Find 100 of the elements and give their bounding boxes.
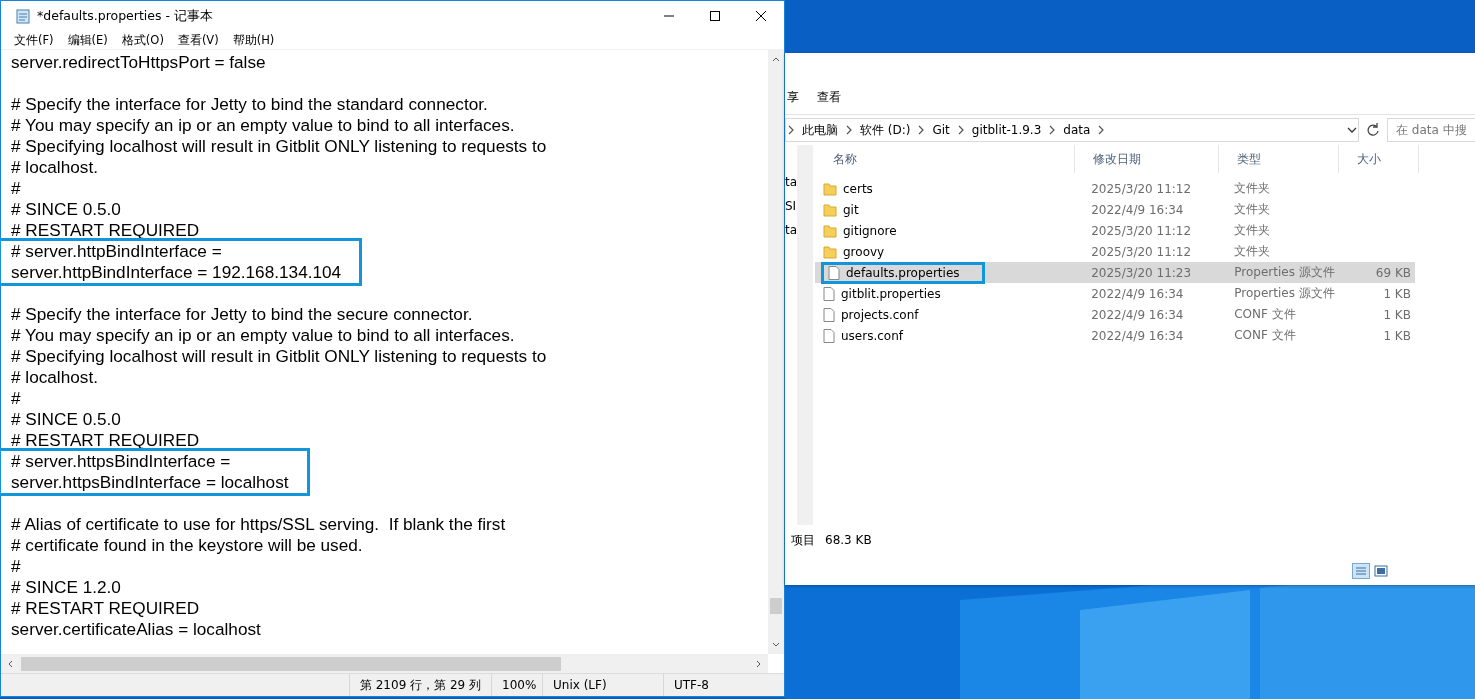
breadcrumb-item[interactable]: 此电脑 <box>802 121 838 139</box>
file-row[interactable]: users.conf 2022/4/9 16:34 CONF 文件 1 KB <box>815 325 1415 346</box>
status-text: 68.3 KB <box>825 533 872 547</box>
window-title: *defaults.properties - 记事本 <box>37 7 213 25</box>
chevron-icon[interactable] <box>918 125 925 135</box>
table-cell-text: 1 KB <box>1382 286 1412 301</box>
file-name: certs <box>843 181 873 196</box>
folder-icon <box>823 244 837 259</box>
chevron-icon[interactable] <box>1098 125 1105 135</box>
chevron-icon[interactable] <box>957 125 964 135</box>
table-cell-text: 2025/3/20 11:12 <box>1090 223 1193 238</box>
text-line: # <box>11 388 22 409</box>
nav-item[interactable]: ta <box>785 223 797 237</box>
text-line: # server.httpsBindInterface = <box>11 451 232 472</box>
text-line: # server.httpBindInterface = <box>11 241 223 262</box>
menu-item[interactable]: 格式(O) <box>114 31 171 49</box>
text-line: # <box>11 178 22 199</box>
status-text: Unix (LF) <box>542 674 663 696</box>
text-line: # RESTART REQUIRED <box>11 220 201 241</box>
file-row[interactable]: git 2022/4/9 16:34 文件夹 <box>815 199 1415 220</box>
text-line: # Specifying localhost will result in Gitblit ONLY listening to requests to <box>11 346 548 367</box>
text-line: # Alias of certificate to use for https/SSL serving. If blank the first <box>11 514 507 535</box>
table-cell-text: 1 KB <box>1382 328 1412 343</box>
scroll-thumb[interactable] <box>21 656 561 671</box>
scroll-thumb[interactable] <box>770 598 782 614</box>
close-icon[interactable] <box>755 10 767 22</box>
status-text: 100% <box>491 674 542 696</box>
text-line: # localhost. <box>11 367 99 388</box>
text-line: # SINCE 1.2.0 <box>11 577 122 598</box>
file-row[interactable]: gitblit.properties 2022/4/9 16:34 Properties 源文件 1 KB <box>815 283 1415 304</box>
chevron-icon[interactable] <box>788 125 794 135</box>
breadcrumb-item[interactable]: gitblit-1.9.3 <box>971 123 1042 137</box>
menu-item[interactable]: 帮助(H) <box>225 31 282 49</box>
status-text: 第 2109 行，第 29 列 <box>348 674 491 696</box>
nav-item[interactable]: ta <box>785 175 797 189</box>
file-row[interactable]: groovy 2025/3/20 11:12 文件夹 <box>815 241 1415 262</box>
ribbon-tab[interactable]: 查看 <box>817 88 841 106</box>
table-cell-text: 文件夹 <box>1233 180 1272 197</box>
document-icon <box>828 265 840 280</box>
status-text: UTF-8 <box>663 674 784 696</box>
text-line: # You may specify an ip or an empty value to bind to all interfaces. <box>11 115 516 136</box>
status-text: 项目 <box>791 531 815 549</box>
file-name: projects.conf <box>841 307 919 322</box>
horizontal-scrollbar[interactable] <box>1 654 768 673</box>
breadcrumb-item[interactable]: Git <box>932 123 950 137</box>
text-line: # Specify the interface for Jetty to bind the secure connector. <box>11 304 474 325</box>
file-name: users.conf <box>841 328 903 343</box>
text-line: # localhost. <box>11 157 99 178</box>
file-name: defaults.properties <box>846 265 960 280</box>
text-line: # RESTART REQUIRED <box>11 430 201 451</box>
menu-item[interactable]: 编辑(E) <box>60 31 115 49</box>
file-name: gitblit.properties <box>841 286 941 301</box>
table-cell-text: 2022/4/9 16:34 <box>1090 328 1185 343</box>
chevron-icon[interactable] <box>846 125 852 135</box>
menu-item[interactable]: 查看(V) <box>170 31 226 49</box>
maximize-icon[interactable] <box>709 10 721 22</box>
vertical-scrollbar[interactable] <box>768 50 784 654</box>
file-name: git <box>843 202 859 217</box>
folder-icon <box>823 181 837 196</box>
file-row[interactable]: gitignore 2025/3/20 11:12 文件夹 <box>815 220 1415 241</box>
text-line: server.certificateAlias = localhost <box>11 619 262 640</box>
notepad-icon <box>15 8 31 24</box>
table-cell-text: 文件夹 <box>1233 222 1272 239</box>
search-field[interactable]: 在 data 中搜 <box>1387 118 1475 142</box>
table-cell-text: 2022/4/9 16:34 <box>1090 307 1185 322</box>
column-header[interactable]: 类型 <box>1219 145 1339 173</box>
refresh-icon[interactable] <box>1365 122 1381 138</box>
thumbnail-view-icon[interactable] <box>1372 563 1390 579</box>
column-header[interactable]: 修改日期 <box>1075 145 1219 173</box>
text-line: # You may specify an ip or an empty value to bind to all interfaces. <box>11 325 516 346</box>
file-row[interactable]: projects.conf 2022/4/9 16:34 CONF 文件 1 KB <box>815 304 1415 325</box>
file-name: gitignore <box>843 223 897 238</box>
column-header[interactable]: 大小 <box>1339 145 1419 173</box>
table-cell-text: 2025/3/20 11:12 <box>1090 181 1193 196</box>
folder-icon <box>823 202 837 217</box>
file-row[interactable]: defaults.properties 2025/3/20 11:23 Properties 源文件 69 KB <box>815 262 1415 283</box>
text-line: server.httpsBindInterface = localhost <box>11 472 289 493</box>
table-cell-text: 2025/3/20 11:12 <box>1090 244 1193 259</box>
text-line: server.redirectToHttpsPort = false <box>11 52 267 73</box>
text-line: # certificate found in the keystore will be used. <box>11 535 364 556</box>
table-cell-text: 1 KB <box>1382 307 1412 322</box>
file-name: groovy <box>843 244 885 259</box>
menu-item[interactable]: 文件(F) <box>7 31 61 49</box>
table-cell-text: 2025/3/20 11:23 <box>1090 265 1193 280</box>
column-header[interactable]: 名称 <box>815 145 1075 173</box>
text-line: # SINCE 0.5.0 <box>11 199 122 220</box>
chevron-icon[interactable] <box>1049 125 1056 135</box>
file-row[interactable]: certs 2025/3/20 11:12 文件夹 <box>815 178 1415 199</box>
document-icon <box>823 328 835 343</box>
table-cell-text: CONF 文件 <box>1233 327 1297 344</box>
nav-item[interactable]: SI <box>785 199 797 213</box>
table-cell-text: CONF 文件 <box>1233 306 1297 323</box>
table-cell-text: Properties 源文件 <box>1233 285 1336 302</box>
text-line: # SINCE 0.5.0 <box>11 409 122 430</box>
breadcrumb-item[interactable]: data <box>1063 123 1091 137</box>
ribbon-tab[interactable]: 享 <box>787 88 799 106</box>
document-icon <box>823 286 835 301</box>
text-line: server.httpBindInterface = 192.168.134.104 <box>11 262 342 283</box>
breadcrumb-item[interactable]: 软件 (D:) <box>860 121 911 139</box>
address-bar[interactable]: 此电脑 软件 (D:) Git gitblit-1.9.3 data <box>785 118 1359 142</box>
